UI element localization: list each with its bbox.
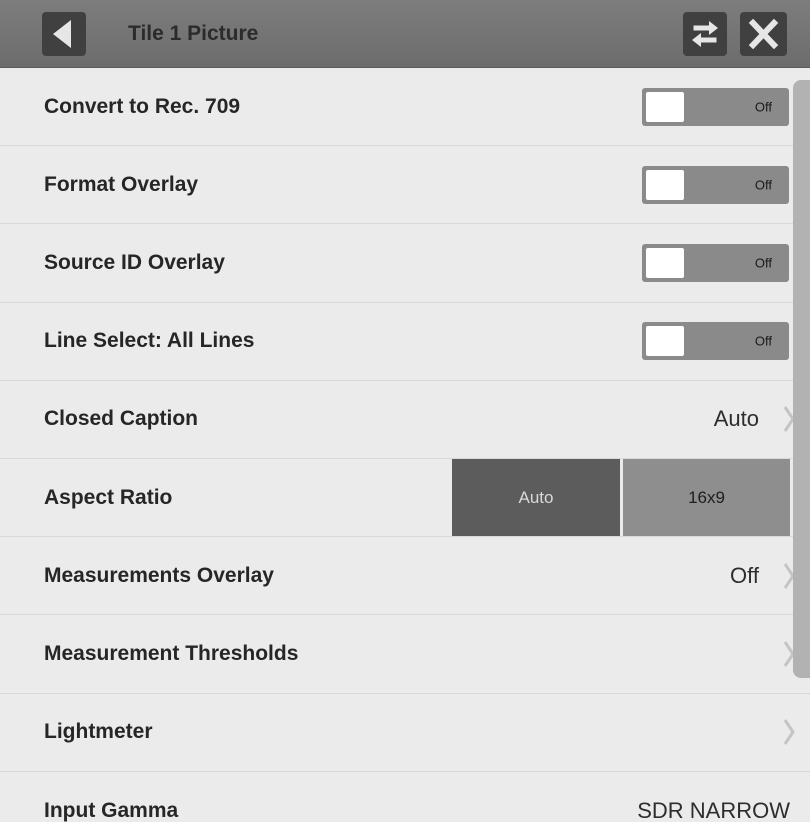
convert-rec709-toggle[interactable]: Off: [642, 87, 789, 126]
row-label: Measurements Overlay: [44, 563, 274, 587]
row-convert-rec709[interactable]: Convert to Rec. 709 Off: [0, 68, 810, 147]
row-aspect-ratio: Aspect Ratio Auto 16x9: [0, 458, 810, 538]
toggle-state: Off: [754, 177, 772, 193]
toggle-state: Off: [754, 333, 772, 349]
row-label: Line Select: All Lines: [44, 329, 255, 353]
header-bar: Tile 1 Picture: [0, 0, 810, 68]
input-gamma-value: SDR NARROW: [637, 797, 790, 822]
close-x-icon: [748, 18, 779, 50]
row-label: Closed Caption: [44, 407, 199, 431]
row-measurement-thresholds[interactable]: Measurement Thresholds: [0, 615, 810, 694]
toggle-knob: [646, 247, 684, 278]
row-input-gamma[interactable]: Input Gamma SDR NARROW: [0, 772, 810, 822]
settings-panel: Tile 1 Picture Convert to Rec. 709 Off F…: [0, 0, 810, 822]
row-lightmeter[interactable]: Lightmeter: [0, 694, 810, 772]
scrollbar[interactable]: [793, 80, 810, 678]
swap-button[interactable]: [683, 12, 727, 56]
row-format-overlay[interactable]: Format Overlay Off: [0, 146, 810, 225]
swap-arrows-icon: [692, 21, 718, 47]
format-overlay-toggle[interactable]: Off: [642, 165, 789, 204]
row-closed-caption[interactable]: Closed Caption Auto: [0, 381, 810, 459]
line-select-toggle[interactable]: Off: [642, 322, 789, 361]
back-button[interactable]: [42, 12, 86, 56]
toggle-knob: [646, 91, 684, 122]
back-arrow-icon: [53, 20, 71, 48]
aspect-ratio-auto-button[interactable]: Auto: [452, 458, 620, 537]
close-button[interactable]: [740, 12, 787, 56]
chevron-right-icon: [783, 719, 795, 745]
measurements-overlay-value: Off: [730, 562, 759, 588]
page-title: Tile 1 Picture: [128, 22, 259, 45]
settings-list: Convert to Rec. 709 Off Format Overlay O…: [0, 68, 810, 822]
row-label: Aspect Ratio: [44, 485, 173, 509]
aspect-ratio-16x9-button[interactable]: 16x9: [623, 458, 790, 537]
toggle-knob: [646, 326, 684, 357]
row-label: Format Overlay: [44, 172, 199, 196]
source-id-overlay-toggle[interactable]: Off: [642, 243, 789, 282]
row-line-select[interactable]: Line Select: All Lines Off: [0, 303, 810, 381]
row-label: Convert to Rec. 709: [44, 94, 241, 118]
row-label: Input Gamma: [44, 798, 179, 822]
row-source-id-overlay[interactable]: Source ID Overlay Off: [0, 224, 810, 303]
toggle-knob: [646, 169, 684, 200]
row-label: Source ID Overlay: [44, 250, 225, 274]
row-label: Measurement Thresholds: [44, 641, 299, 665]
row-measurements-overlay[interactable]: Measurements Overlay Off: [0, 537, 810, 616]
toggle-state: Off: [754, 99, 772, 115]
closed-caption-value: Auto: [713, 406, 759, 432]
toggle-state: Off: [754, 255, 772, 271]
row-label: Lightmeter: [44, 720, 153, 744]
